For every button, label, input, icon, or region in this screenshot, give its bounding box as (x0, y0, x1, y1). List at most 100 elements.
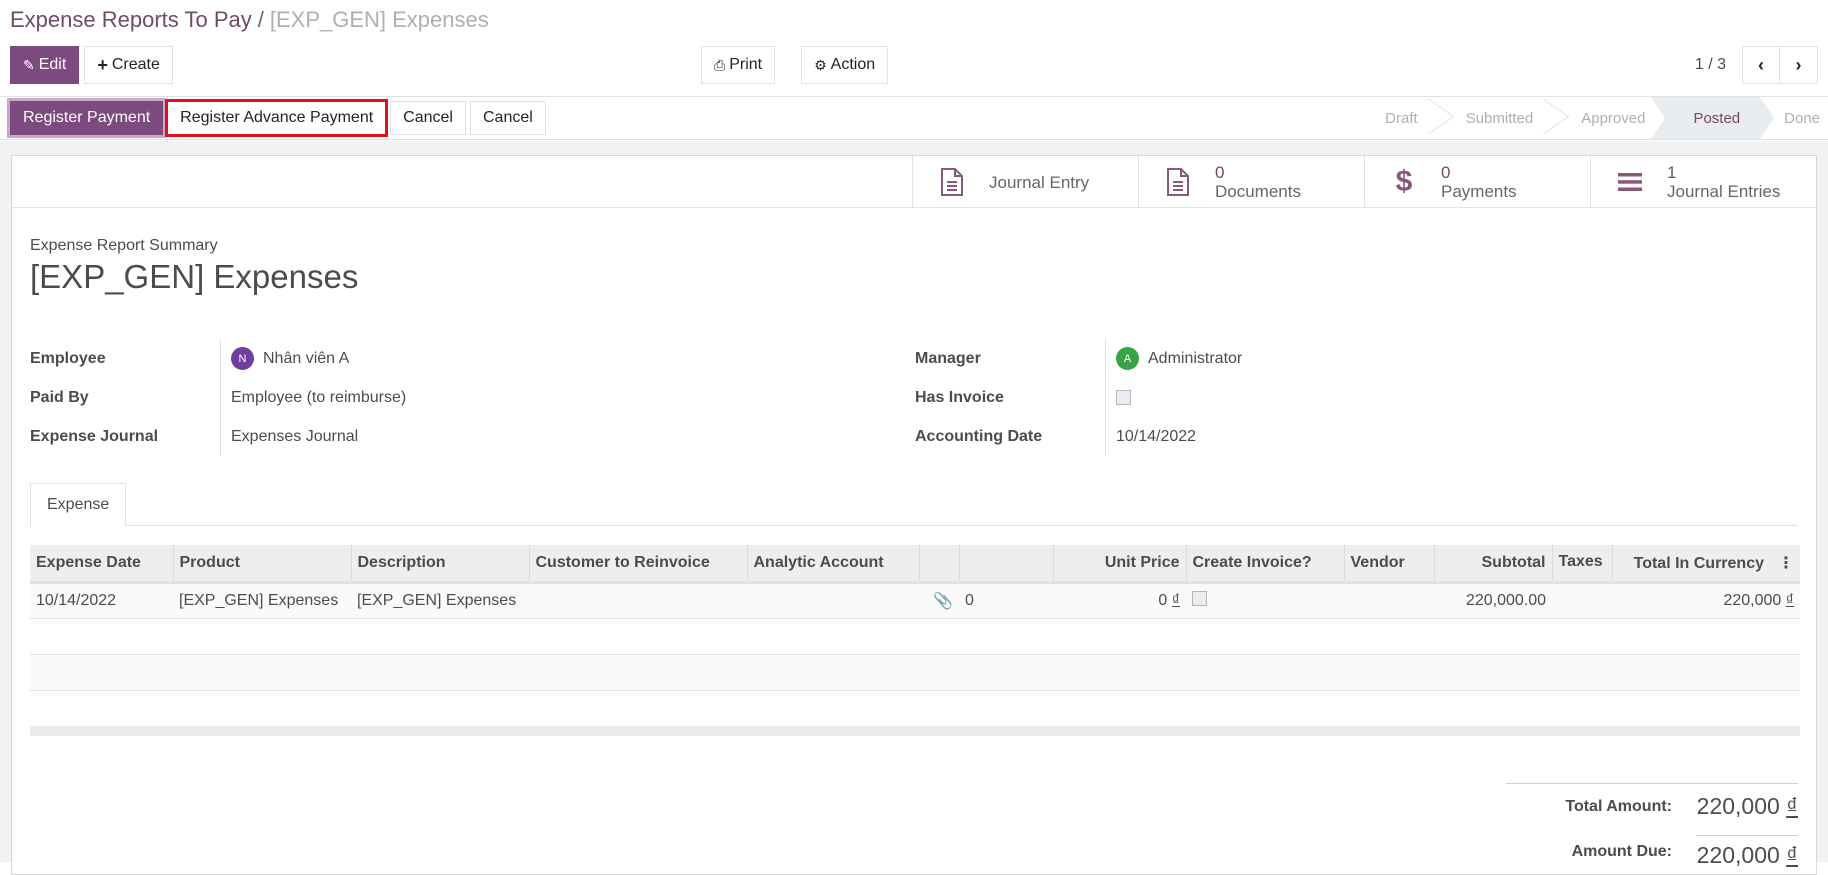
table-header-row: Expense Date Product Description Custome… (30, 545, 1800, 584)
control-panel: Expense Reports To Pay / [EXP_GEN] Expense… (0, 0, 1828, 97)
table-horizontal-scrollbar[interactable] (30, 726, 1800, 736)
totals-panel: Total Amount: 220,000 ₫ Amount Due: 220,00… (1506, 783, 1798, 874)
stage-draft: Draft (1373, 97, 1438, 139)
manager-field[interactable]: A Administrator (1116, 347, 1242, 370)
journal-entries-smart-button[interactable]: 1 Journal Entries (1590, 156, 1816, 208)
journal-entries-label: Journal Entries (1667, 182, 1781, 201)
column-divider (220, 339, 221, 456)
notebook-tabs: Expense (30, 483, 1798, 527)
header-product[interactable]: Product (173, 545, 352, 584)
cancel-button[interactable]: Cancel (390, 101, 466, 135)
documents-label: Documents (1215, 182, 1301, 201)
gear-icon: ⚙ (814, 56, 827, 73)
print-button[interactable]: ⎙ Print (701, 46, 776, 84)
breadcrumb-separator: / (257, 7, 264, 32)
action-label: Action (830, 56, 876, 73)
employee-label: Employee (30, 349, 106, 367)
plus-icon: + (97, 54, 108, 75)
documents-count: 0 (1215, 163, 1225, 182)
cell-create-invoice (1186, 582, 1344, 619)
paperclip-icon: 📎 (933, 592, 953, 610)
cancel-button-secondary[interactable]: Cancel (469, 101, 546, 135)
cell-unit-price: 0 ₫ (1053, 582, 1186, 619)
chevron-right-icon: › (1795, 54, 1802, 75)
file-text-icon (937, 168, 967, 196)
expense-journal-label: Expense Journal (30, 427, 159, 445)
header-description[interactable]: Description (351, 545, 530, 584)
register-payment-button[interactable]: Register Payment (10, 101, 164, 135)
print-label: Print (729, 56, 763, 73)
cell-subtotal: 220,000.00 (1434, 582, 1552, 619)
paid-by-label: Paid By (30, 388, 89, 406)
register-advance-payment-button[interactable]: Register Advance Payment (165, 99, 389, 137)
cell-vendor (1344, 582, 1434, 619)
total-amount-value: 220,000 ₫ (1696, 793, 1798, 820)
create-invoice-checkbox[interactable] (1192, 590, 1207, 606)
dollar-icon: $ (1395, 165, 1413, 198)
cell-product: [EXP_GEN] Expenses (173, 582, 351, 619)
stage-approved: Approved (1581, 109, 1646, 127)
form-subtitle: Expense Report Summary (30, 237, 218, 254)
action-button[interactable]: ⚙ Action (801, 46, 889, 84)
right-field-group: Manager A Administrator Has Invoice Accoun… (915, 339, 1795, 456)
accounting-date-value: 10/14/2022 (1116, 427, 1197, 445)
accounting-date-label: Accounting Date (915, 427, 1043, 445)
cell-attachment-icon[interactable]: 📎 (919, 582, 959, 619)
edit-button[interactable]: ✎ Edit (10, 46, 80, 84)
statusbar: Register Payment Register Advance Paymen… (0, 97, 1828, 140)
form-background: Journal Entry 0 Documents $ 0 Payments 1 Jo… (0, 141, 1828, 875)
column-options-icon[interactable]: ⋮ (1778, 555, 1794, 572)
breadcrumb: Expense Reports To Pay / [EXP_GEN] Expense… (10, 7, 489, 33)
journal-entry-smart-button[interactable]: Journal Entry (912, 156, 1138, 208)
header-subtotal[interactable]: Subtotal (1434, 545, 1553, 584)
manager-value: Administrator (1148, 349, 1243, 367)
pager-next-button[interactable]: › (1780, 46, 1818, 84)
cell-customer (529, 582, 747, 619)
edit-label: Edit (38, 56, 67, 73)
header-taxes[interactable]: Taxes (1552, 545, 1613, 584)
paid-by-value: Employee (to reimburse) (231, 388, 407, 406)
total-amount-label: Total Amount: (1565, 797, 1672, 815)
form-title: [EXP_GEN] Expenses (30, 258, 359, 295)
total-in-currency-value: 220,000 (1723, 591, 1782, 609)
table-row[interactable]: 10/14/2022 [EXP_GEN] Expenses [EXP_GEN] … (30, 582, 1800, 619)
header-customer-to-reinvoice[interactable]: Customer to Reinvoice (529, 545, 748, 584)
manager-label: Manager (915, 349, 981, 367)
currency-symbol: ₫ (1171, 591, 1180, 609)
header-vendor[interactable]: Vendor (1344, 545, 1435, 584)
file-text-icon (1163, 168, 1193, 196)
cell-taxes (1552, 582, 1612, 619)
journal-entries-count: 1 (1667, 163, 1677, 182)
column-divider (1105, 339, 1106, 456)
has-invoice-checkbox[interactable] (1116, 390, 1131, 405)
amount-due-label: Amount Due: (1571, 842, 1672, 860)
create-label: Create (111, 56, 160, 73)
pager-previous-button[interactable]: ‹ (1742, 46, 1780, 84)
tab-expense[interactable]: Expense (30, 483, 127, 527)
header-expense-date[interactable]: Expense Date (30, 545, 174, 584)
cell-total-in-currency: 220,000 ₫ (1612, 582, 1800, 619)
employee-field[interactable]: N Nhân viên A (231, 347, 349, 370)
pager-value[interactable]: 1 / 3 (1695, 56, 1726, 74)
header-create-invoice[interactable]: Create Invoice? (1186, 545, 1345, 584)
cell-attachment-count: 0 (959, 582, 1053, 619)
cell-analytic (747, 582, 919, 619)
empty-row (30, 690, 1800, 726)
header-total-in-currency[interactable]: Total In Currency ⋮ (1612, 545, 1800, 584)
empty-row (30, 654, 1800, 691)
header-analytic-account[interactable]: Analytic Account (747, 545, 920, 584)
header-unit-price[interactable]: Unit Price (1053, 545, 1187, 584)
cell-description: [EXP_GEN] Expenses (351, 582, 529, 619)
expense-journal-value[interactable]: Expenses Journal (231, 428, 358, 446)
smart-buttons: Journal Entry 0 Documents $ 0 Payments 1 Jo… (12, 156, 1816, 208)
payments-smart-button[interactable]: $ 0 Payments (1364, 156, 1590, 208)
unit-price-value: 0 (1158, 591, 1168, 609)
documents-smart-button[interactable]: 0 Documents (1138, 156, 1364, 208)
header-quantity[interactable] (959, 545, 1054, 584)
journal-entry-label: Journal Entry (989, 172, 1090, 192)
header-attachments[interactable] (919, 545, 960, 584)
create-button[interactable]: + Create (84, 46, 173, 84)
currency-symbol: ₫ (1785, 591, 1794, 609)
employee-avatar: N (231, 347, 254, 370)
breadcrumb-parent-link[interactable]: Expense Reports To Pay (10, 7, 252, 32)
